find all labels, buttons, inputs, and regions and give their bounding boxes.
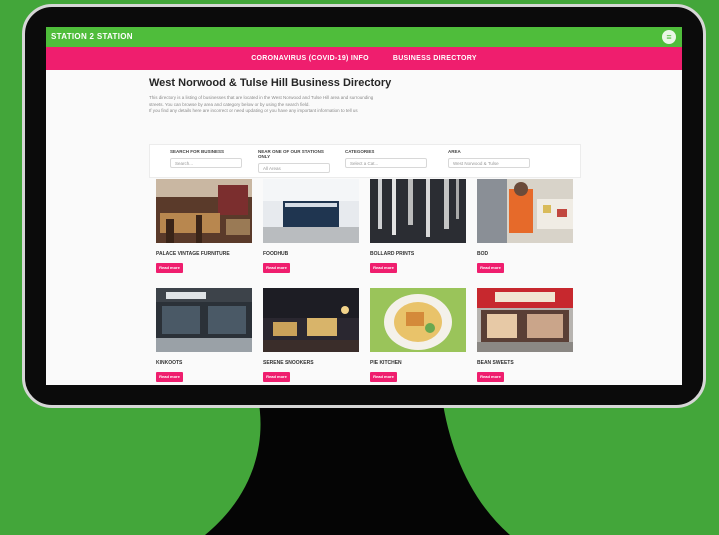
read-more-button[interactable]: Read more xyxy=(156,372,183,382)
menu-icon[interactable]: ≡ xyxy=(662,30,676,44)
business-photo[interactable] xyxy=(156,179,252,243)
area-select[interactable]: West Norwood & Tulse xyxy=(448,158,530,168)
business-photo[interactable] xyxy=(263,179,359,243)
main-navigation: CORONAVIRUS (COVID-19) INFO BUSINESS DIR… xyxy=(46,47,682,70)
business-card[interactable]: FOODHUB Read more xyxy=(263,179,359,273)
filter-label: AREA xyxy=(448,149,461,154)
filter-panel: SEARCH FOR BUSINESS Search... NEAR ONE O… xyxy=(149,144,581,178)
intro-text: This directory is a listing of businesse… xyxy=(149,95,579,115)
read-more-button[interactable]: Read more xyxy=(156,263,183,273)
business-card[interactable]: BOLLARD PRINTS Read more xyxy=(370,179,466,273)
business-photo[interactable] xyxy=(263,288,359,352)
page-intro: West Norwood & Tulse Hill Business Direc… xyxy=(149,77,579,115)
filter-categories: CATEGORIES Select a Cat... xyxy=(345,149,427,168)
business-name: KINKOOTS xyxy=(156,360,183,366)
business-card[interactable]: PIE KITCHEN Read more xyxy=(370,288,466,382)
business-photo[interactable] xyxy=(156,288,252,352)
page-title: West Norwood & Tulse Hill Business Direc… xyxy=(149,77,392,89)
business-name: BEAN SWEETS xyxy=(477,360,514,366)
business-card[interactable]: BEAN SWEETS Read more xyxy=(477,288,573,382)
filter-label: CATEGORIES xyxy=(345,149,375,154)
filter-label: SEARCH FOR BUSINESS xyxy=(170,149,225,154)
business-card[interactable]: SERENE SNOOKERS Read more xyxy=(263,288,359,382)
business-photo[interactable] xyxy=(370,288,466,352)
business-name: BOLLARD PRINTS xyxy=(370,251,415,257)
filter-stations: NEAR ONE OF OUR STATIONS ONLY All Areas xyxy=(258,149,330,173)
business-name: SERENE SNOOKERS xyxy=(263,360,314,366)
read-more-button[interactable]: Read more xyxy=(263,372,290,382)
site-header: STATION 2 STATION ≡ xyxy=(46,27,682,47)
business-photo[interactable] xyxy=(477,179,573,243)
business-photo[interactable] xyxy=(477,288,573,352)
read-more-button[interactable]: Read more xyxy=(370,263,397,273)
business-name: PALACE VINTAGE FURNITURE xyxy=(156,251,230,257)
business-name: BOD xyxy=(477,251,489,257)
filter-area: AREA West Norwood & Tulse xyxy=(448,149,530,168)
search-input[interactable]: Search... xyxy=(170,158,242,168)
site-logo[interactable]: STATION 2 STATION xyxy=(51,32,133,41)
business-photo[interactable] xyxy=(370,179,466,243)
business-card[interactable]: PALACE VINTAGE FURNITURE Read more xyxy=(156,179,252,273)
monitor-scene: STATION 2 STATION ≡ CORONAVIRUS (COVID-1… xyxy=(0,0,719,535)
business-name: PIE KITCHEN xyxy=(370,360,402,366)
stations-select[interactable]: All Areas xyxy=(258,163,330,173)
business-card[interactable]: KINKOOTS Read more xyxy=(156,288,252,382)
nav-business-directory[interactable]: BUSINESS DIRECTORY xyxy=(393,55,477,62)
intro-line: If you find any details here are incorre… xyxy=(149,108,358,113)
read-more-button[interactable]: Read more xyxy=(370,372,397,382)
read-more-button[interactable]: Read more xyxy=(477,263,504,273)
read-more-button[interactable]: Read more xyxy=(263,263,290,273)
business-name: FOODHUB xyxy=(263,251,289,257)
browser-screen: STATION 2 STATION ≡ CORONAVIRUS (COVID-1… xyxy=(46,27,682,385)
business-card[interactable]: BOD Read more xyxy=(477,179,573,273)
categories-select[interactable]: Select a Cat... xyxy=(345,158,427,168)
nav-coronavirus-info[interactable]: CORONAVIRUS (COVID-19) INFO xyxy=(251,55,369,62)
filter-label: NEAR ONE OF OUR STATIONS ONLY xyxy=(258,149,324,159)
filter-search: SEARCH FOR BUSINESS Search... xyxy=(170,149,242,168)
read-more-button[interactable]: Read more xyxy=(477,372,504,382)
